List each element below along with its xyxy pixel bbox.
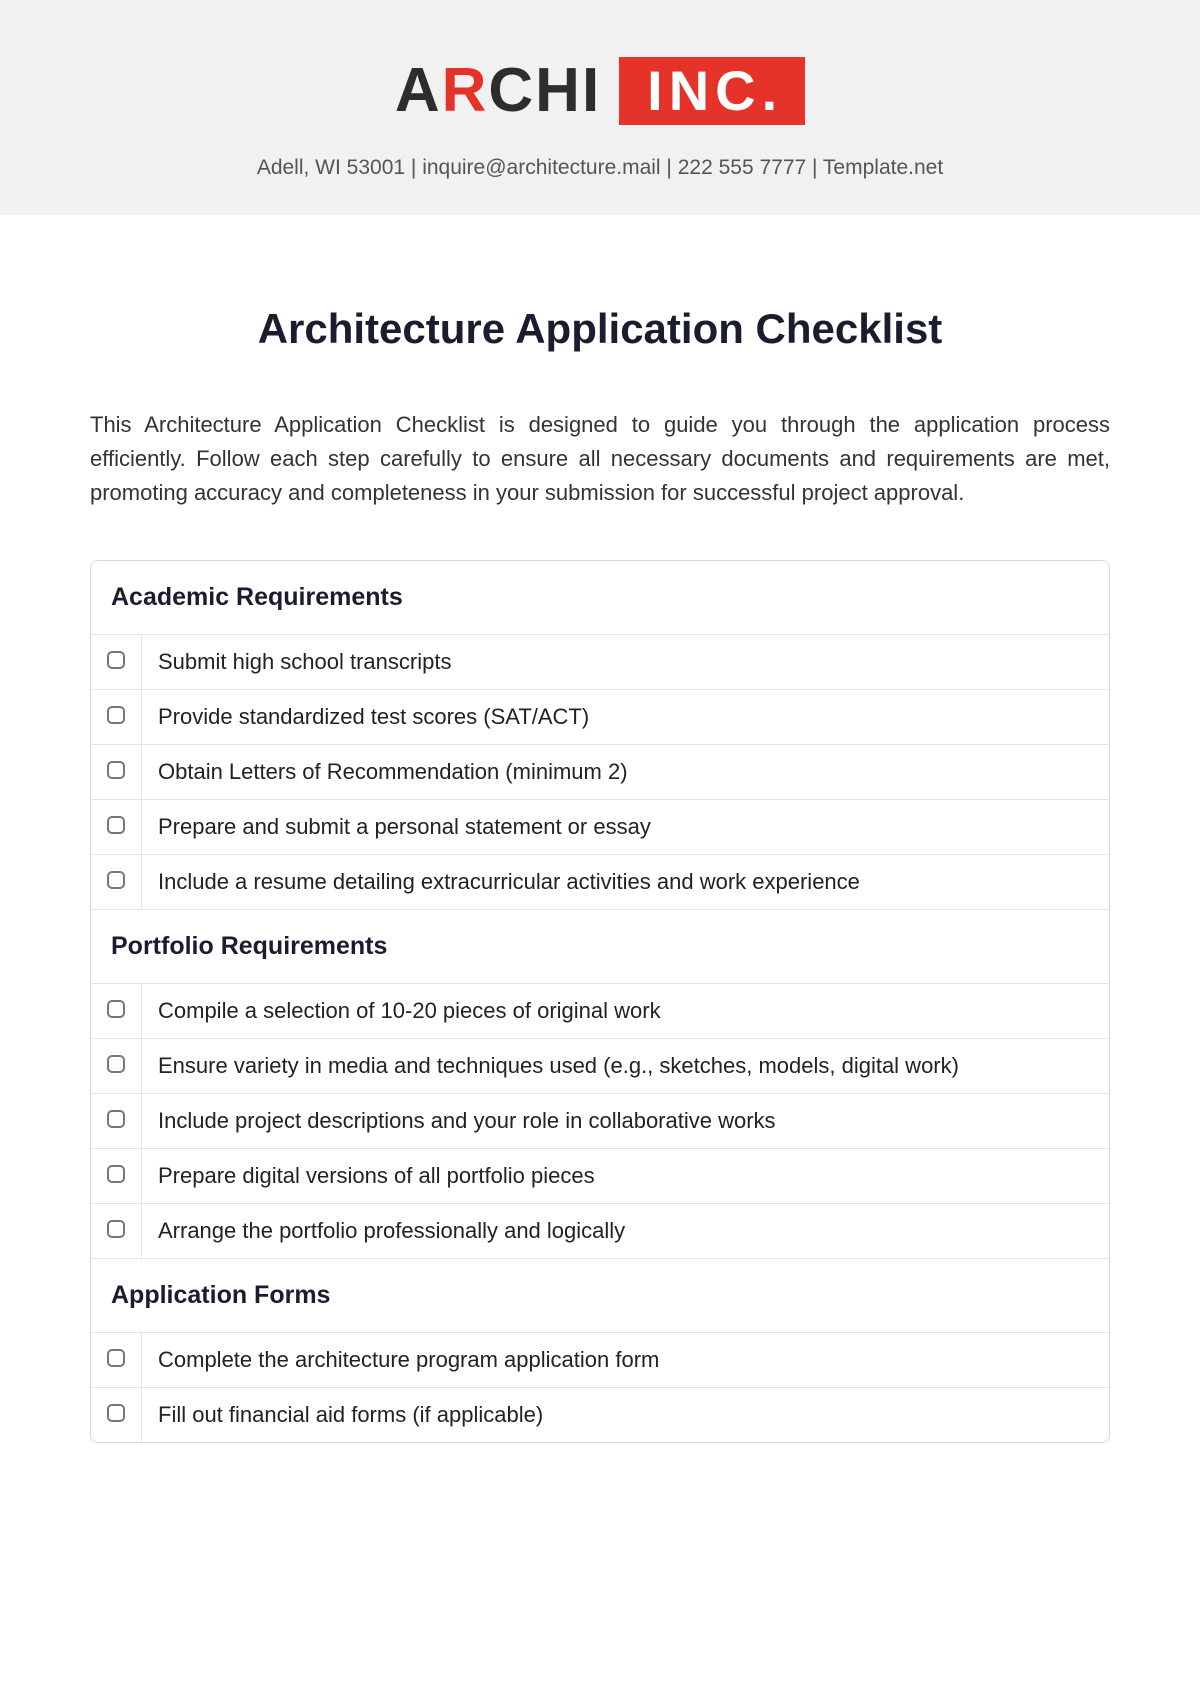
checklist-item-text: Fill out financial aid forms (if applica…	[142, 1388, 1110, 1443]
checklist-row: Ensure variety in media and techniques u…	[91, 1039, 1109, 1094]
checkbox-icon[interactable]	[107, 651, 125, 669]
contact-line: Adell, WI 53001 | inquire@architecture.m…	[0, 156, 1200, 180]
page-title: Architecture Application Checklist	[90, 305, 1110, 353]
checklist-item-text: Ensure variety in media and techniques u…	[142, 1039, 1110, 1094]
checklist-row: Submit high school transcripts	[91, 635, 1109, 690]
checklist-card: Academic Requirements Submit high school…	[90, 560, 1110, 1443]
section-items-academic: Submit high school transcripts Provide s…	[91, 634, 1109, 909]
checklist-row: Fill out financial aid forms (if applica…	[91, 1388, 1109, 1443]
checklist-item-text: Include project descriptions and your ro…	[142, 1094, 1110, 1149]
checklist-item-text: Obtain Letters of Recommendation (minimu…	[142, 745, 1110, 800]
checkbox-icon[interactable]	[107, 706, 125, 724]
checkbox-icon[interactable]	[107, 1349, 125, 1367]
checklist-item-text: Arrange the portfolio professionally and…	[142, 1204, 1110, 1259]
section-heading-forms: Application Forms	[91, 1258, 1109, 1332]
checklist-row: Include project descriptions and your ro…	[91, 1094, 1109, 1149]
checklist-item-text: Complete the architecture program applic…	[142, 1333, 1110, 1388]
checklist-row: Prepare and submit a personal statement …	[91, 800, 1109, 855]
checklist-row: Provide standardized test scores (SAT/AC…	[91, 690, 1109, 745]
checkbox-icon[interactable]	[107, 1220, 125, 1238]
intro-paragraph: This Architecture Application Checklist …	[90, 408, 1110, 510]
section-items-forms: Complete the architecture program applic…	[91, 1332, 1109, 1442]
section-heading-portfolio: Portfolio Requirements	[91, 909, 1109, 983]
checklist-item-text: Compile a selection of 10-20 pieces of o…	[142, 984, 1110, 1039]
checkbox-icon[interactable]	[107, 871, 125, 889]
checklist-item-text: Prepare and submit a personal statement …	[142, 800, 1110, 855]
checklist-item-text: Submit high school transcripts	[142, 635, 1110, 690]
checklist-row: Prepare digital versions of all portfoli…	[91, 1149, 1109, 1204]
logo-inc: INC.	[619, 57, 805, 125]
checkbox-icon[interactable]	[107, 761, 125, 779]
logo: ARCHI INC.	[395, 55, 805, 126]
checkbox-icon[interactable]	[107, 1404, 125, 1422]
checklist-row: Obtain Letters of Recommendation (minimu…	[91, 745, 1109, 800]
page-body: Architecture Application Checklist This …	[0, 215, 1200, 1443]
section-items-portfolio: Compile a selection of 10-20 pieces of o…	[91, 983, 1109, 1258]
logo-archi-rest: CHI	[488, 56, 601, 125]
checkbox-icon[interactable]	[107, 816, 125, 834]
checklist-item-text: Include a resume detailing extracurricul…	[142, 855, 1110, 910]
checkbox-icon[interactable]	[107, 1110, 125, 1128]
checklist-row: Complete the architecture program applic…	[91, 1333, 1109, 1388]
checkbox-icon[interactable]	[107, 1055, 125, 1073]
header-band: ARCHI INC. Adell, WI 53001 | inquire@arc…	[0, 0, 1200, 215]
section-heading-academic: Academic Requirements	[91, 561, 1109, 634]
checklist-item-text: Prepare digital versions of all portfoli…	[142, 1149, 1110, 1204]
checklist-row: Compile a selection of 10-20 pieces of o…	[91, 984, 1109, 1039]
checkbox-icon[interactable]	[107, 1165, 125, 1183]
checklist-item-text: Provide standardized test scores (SAT/AC…	[142, 690, 1110, 745]
checkbox-icon[interactable]	[107, 1000, 125, 1018]
checklist-row: Include a resume detailing extracurricul…	[91, 855, 1109, 910]
checklist-row: Arrange the portfolio professionally and…	[91, 1204, 1109, 1259]
logo-archi: ARCHI	[395, 55, 601, 126]
